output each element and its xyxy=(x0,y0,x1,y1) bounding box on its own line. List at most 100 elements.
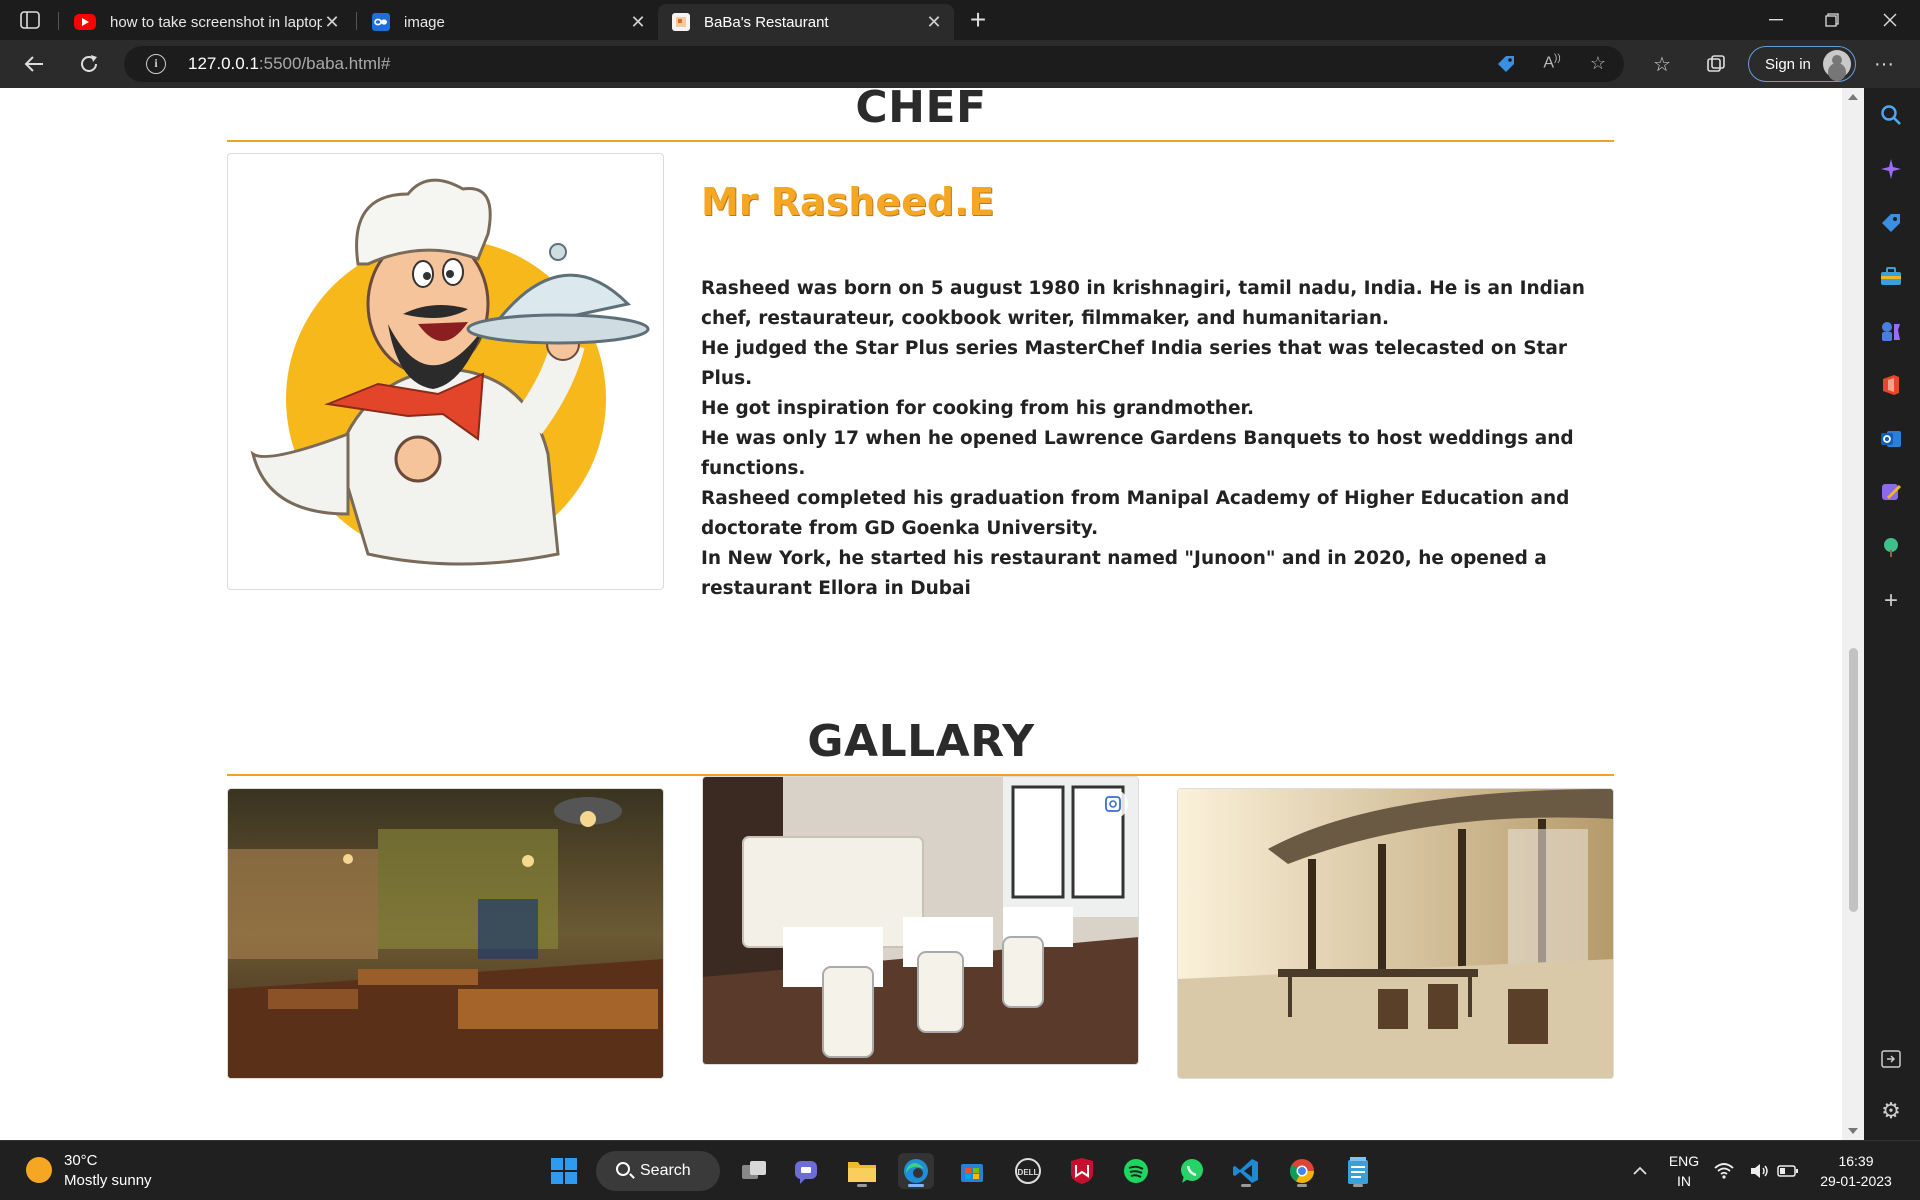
tools-briefcase-icon[interactable] xyxy=(1878,264,1904,290)
scrollbar-thumb[interactable] xyxy=(1849,648,1858,912)
favorites-icon[interactable]: ☆ xyxy=(1646,48,1678,80)
chef-bio: Rasheed was born on 5 august 1980 in kri… xyxy=(701,274,1621,604)
browser-toolbar: i 127.0.0.1:5500/baba.html# A)) ☆ ☆ Sign… xyxy=(0,40,1920,88)
chef-divider xyxy=(227,140,1614,142)
tab-babas-restaurant[interactable]: BaBa's Restaurant ✕ xyxy=(658,4,954,40)
web-page: CHEF Mr Rasheed.E Rasheed was born on 5 … xyxy=(0,88,1842,1140)
tab-image[interactable]: image ✕ xyxy=(358,4,658,40)
bio-line: Rasheed was born on 5 august 1980 in kri… xyxy=(701,278,1585,329)
scroll-up-arrow[interactable] xyxy=(1848,94,1858,100)
clock[interactable]: 16:39 29-01-2023 xyxy=(1812,1151,1900,1191)
search-label: Search xyxy=(640,1162,691,1179)
site-info-icon[interactable]: i xyxy=(146,54,166,74)
chef-heading: CHEF xyxy=(855,88,987,133)
profile-avatar-icon xyxy=(1823,50,1851,78)
url-host: 127.0.0.1 xyxy=(188,54,259,73)
scroll-down-arrow[interactable] xyxy=(1848,1128,1858,1134)
visual-search-icon[interactable] xyxy=(1098,789,1128,819)
vertical-scrollbar[interactable] xyxy=(1842,88,1864,1140)
time: 16:39 xyxy=(1838,1153,1874,1169)
close-tab-icon[interactable]: ✕ xyxy=(628,12,648,33)
gallery-heading: GALLARY xyxy=(807,716,1035,767)
add-favorite-icon[interactable]: ☆ xyxy=(1586,53,1610,77)
close-tab-icon[interactable]: ✕ xyxy=(924,12,944,33)
battery-icon[interactable] xyxy=(1776,1153,1800,1189)
new-tab-button[interactable]: + xyxy=(962,4,994,36)
wifi-icon[interactable] xyxy=(1712,1153,1736,1189)
edge-browser-icon[interactable] xyxy=(898,1153,934,1189)
gallery-image-booths[interactable] xyxy=(702,776,1139,1065)
lang-line1: ENG xyxy=(1668,1153,1700,1169)
address-bar[interactable]: i 127.0.0.1:5500/baba.html# A)) ☆ xyxy=(124,46,1624,82)
tab-favicon xyxy=(372,13,390,31)
teams-chat-icon[interactable] xyxy=(788,1153,824,1189)
bio-line: He judged the Star Plus series MasterChe… xyxy=(701,338,1567,389)
tab-title: how to take screenshot in laptop xyxy=(110,13,322,31)
file-explorer-icon[interactable] xyxy=(844,1153,880,1189)
show-hidden-icons-chevron-icon[interactable] xyxy=(1622,1153,1658,1189)
date: 29-01-2023 xyxy=(1820,1173,1892,1189)
edge-sidebar: + ⚙ xyxy=(1864,88,1920,1140)
copilot-sparkle-icon[interactable] xyxy=(1878,156,1904,182)
url-text[interactable]: 127.0.0.1:5500/baba.html# xyxy=(188,54,390,74)
bio-line: In New York, he started his restaurant n… xyxy=(701,548,1547,599)
collections-icon[interactable] xyxy=(1700,48,1732,80)
close-window-button[interactable] xyxy=(1862,0,1918,40)
chrome-icon[interactable] xyxy=(1284,1153,1320,1189)
refresh-icon[interactable] xyxy=(73,48,105,80)
gallery-image-interior[interactable] xyxy=(227,788,664,1079)
temperature: 30°C xyxy=(64,1152,98,1169)
bio-line: He got inspiration for cooking from his … xyxy=(701,398,1255,419)
notepad-icon[interactable] xyxy=(1340,1153,1376,1189)
shopping-tag-icon[interactable] xyxy=(1878,210,1904,236)
drop-designer-icon[interactable] xyxy=(1878,480,1904,506)
outlook-icon[interactable] xyxy=(1878,426,1904,452)
youtube-icon xyxy=(74,14,96,30)
tab-title: image xyxy=(404,13,445,31)
office-icon[interactable] xyxy=(1878,372,1904,398)
url-path: :5500/baba.html# xyxy=(258,54,391,73)
read-aloud-icon[interactable]: A)) xyxy=(1540,53,1564,77)
search-icon[interactable] xyxy=(1878,102,1904,128)
tab-actions-icon[interactable] xyxy=(14,4,46,36)
bio-line: Rasheed completed his graduation from Ma… xyxy=(701,488,1570,539)
settings-gear-icon[interactable]: ⚙ xyxy=(1878,1098,1904,1124)
back-arrow-icon[interactable] xyxy=(18,48,50,80)
chef-name: Mr Rasheed.E xyxy=(701,180,995,224)
lang-line2: IN xyxy=(1677,1173,1691,1189)
weather-condition: Mostly sunny xyxy=(64,1172,152,1189)
svg-text:DELL: DELL xyxy=(1018,1168,1039,1177)
dell-icon[interactable]: DELL xyxy=(1010,1153,1046,1189)
tab-title: BaBa's Restaurant xyxy=(704,13,829,31)
sign-in-label: Sign in xyxy=(1765,55,1811,73)
volume-icon[interactable] xyxy=(1748,1153,1772,1189)
task-view-icon[interactable] xyxy=(736,1153,772,1189)
games-icon[interactable] xyxy=(1878,318,1904,344)
spotify-icon[interactable] xyxy=(1118,1153,1154,1189)
weather-sun-icon xyxy=(26,1157,52,1183)
chef-image-card xyxy=(227,153,664,590)
mcafee-icon[interactable] xyxy=(1064,1153,1100,1189)
coupon-tag-icon[interactable] xyxy=(1494,53,1518,77)
add-sidebar-icon[interactable]: + xyxy=(1878,587,1904,614)
hide-sidebar-icon[interactable] xyxy=(1878,1046,1904,1072)
more-options-icon[interactable]: ··· xyxy=(1868,48,1900,80)
vscode-icon[interactable] xyxy=(1228,1153,1264,1189)
windows-taskbar: 30°C Mostly sunny Search DELL ENG IN 16:… xyxy=(0,1140,1920,1200)
sign-in-button[interactable]: Sign in xyxy=(1748,46,1856,82)
minimize-button[interactable] xyxy=(1748,0,1804,40)
whatsapp-icon[interactable] xyxy=(1174,1153,1210,1189)
start-windows-icon[interactable] xyxy=(546,1153,582,1189)
restaurant-favicon xyxy=(672,13,690,31)
browser-tab-bar: how to take screenshot in laptop ✕ image… xyxy=(0,0,1920,40)
bio-line: He was only 17 when he opened Lawrence G… xyxy=(701,428,1574,479)
restore-button[interactable] xyxy=(1804,0,1860,40)
gallery-image-terrace[interactable] xyxy=(1177,788,1614,1079)
taskbar-search[interactable]: Search xyxy=(596,1151,720,1191)
tab-youtube[interactable]: how to take screenshot in laptop ✕ xyxy=(60,4,352,40)
close-tab-icon[interactable]: ✕ xyxy=(322,12,342,33)
language-indicator[interactable]: ENG IN xyxy=(1664,1151,1704,1191)
microsoft-store-icon[interactable] xyxy=(954,1153,990,1189)
chef-illustration xyxy=(250,178,650,566)
tree-icon[interactable] xyxy=(1878,534,1904,560)
